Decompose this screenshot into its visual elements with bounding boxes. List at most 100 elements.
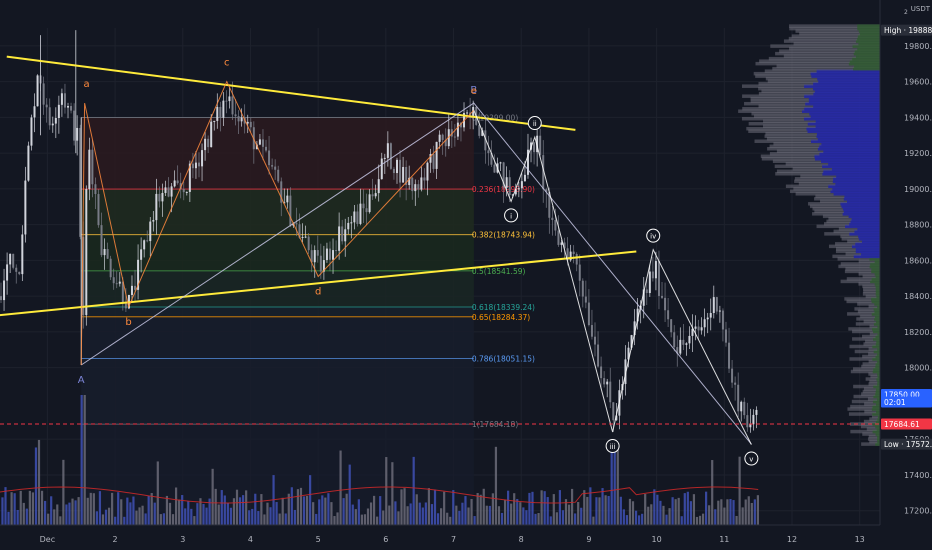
price-axis-tick: 19600.00: [904, 78, 932, 87]
candle-body: [341, 226, 344, 242]
volume-bar: [409, 503, 412, 525]
candle-body: [213, 120, 216, 122]
candle-body: [225, 100, 228, 102]
volume-bar: [717, 500, 720, 525]
volume-bar: [138, 507, 141, 525]
volume-bar: [369, 502, 373, 525]
volume-bar: [510, 503, 513, 525]
candle-body: [219, 106, 222, 118]
volume-bar: [732, 500, 735, 525]
candle-body: [584, 296, 587, 303]
candle-body: [752, 414, 755, 425]
volume-bar: [333, 516, 336, 525]
volume-bar: [327, 493, 330, 525]
volume-bar: [53, 509, 56, 525]
volume-bar: [601, 488, 604, 525]
candle-body: [423, 177, 426, 181]
volume-bar: [549, 516, 552, 525]
candle-body: [353, 211, 356, 223]
volume-bar: [382, 510, 385, 525]
candle-body: [612, 402, 615, 421]
volume-bar: [120, 499, 123, 525]
volume-bar: [507, 490, 510, 525]
price-tag-label: Low · 17572.33: [884, 440, 932, 449]
price-tag-label: 17684.61: [884, 420, 920, 429]
volume-bar: [695, 516, 699, 525]
volume-bar: [561, 510, 565, 525]
volume-bar: [397, 511, 400, 525]
volume-bar: [443, 491, 446, 525]
candle-body: [6, 264, 9, 281]
volume-bar: [610, 446, 613, 525]
volume-bar: [683, 493, 686, 525]
candle-body: [365, 208, 368, 213]
candle-body: [417, 184, 420, 190]
candle-body: [487, 150, 490, 154]
candle-body: [33, 106, 36, 118]
candle-body: [664, 297, 667, 311]
volume-bar: [83, 395, 86, 525]
candle-body: [149, 221, 152, 242]
volume-bar: [111, 492, 114, 525]
candle-body: [76, 127, 79, 141]
volume-bar: [592, 516, 595, 525]
candle-body: [453, 136, 456, 138]
volume-bar: [625, 515, 629, 525]
candle-body: [743, 401, 746, 416]
wave-label-impulse: iv: [650, 233, 656, 241]
volume-bar: [159, 514, 162, 525]
candle-body: [222, 100, 225, 118]
volume-bar: [452, 490, 455, 525]
chart-svg[interactable]: 0(19399.00)0.236(18998.90)0.382(18743.94…: [0, 0, 932, 550]
price-axis: 19800.00 19600.00 19400.00 19200.00 19000.00…: [879, 0, 932, 550]
volume-bar: [692, 494, 696, 525]
volume-bar: [686, 491, 689, 525]
volume-bar: [714, 509, 717, 525]
candle-body: [590, 325, 593, 337]
volume-bar: [74, 500, 77, 525]
candle-body: [271, 165, 274, 167]
volume-bar: [616, 445, 619, 525]
price-axis-tick: 18600.00: [904, 256, 932, 265]
candle-body: [176, 180, 179, 184]
volume-bar: [747, 496, 750, 525]
volume-bar: [488, 505, 491, 525]
volume-bar: [28, 490, 31, 525]
volume-bar: [141, 505, 144, 525]
time-axis-background: [0, 525, 880, 550]
volume-bar: [622, 509, 625, 525]
candle-body: [42, 83, 45, 105]
volume-bar: [31, 492, 35, 525]
candle-body: [210, 121, 213, 148]
candle-body: [268, 150, 271, 166]
volume-bar: [77, 497, 80, 525]
wave-label-impulse: ii: [533, 120, 537, 128]
currency-label: USDT 2: [900, 5, 932, 17]
fib-level-label: 0.786(18051.15): [472, 355, 535, 364]
volume-bar: [165, 495, 169, 525]
volume-bar: [372, 495, 376, 525]
volume-bar: [534, 513, 537, 525]
volume-bar: [284, 513, 287, 525]
candle-body: [740, 401, 743, 412]
volume-bar: [379, 496, 382, 525]
volume-bar: [607, 495, 610, 525]
volume-bar: [458, 510, 461, 525]
candle-body: [130, 285, 133, 295]
volume-bar: [430, 504, 434, 525]
volume-bar: [604, 495, 607, 525]
candle-body: [654, 261, 657, 279]
candle-body: [438, 134, 441, 142]
candle-body: [657, 261, 660, 296]
candle-body: [441, 134, 444, 140]
volume-bar: [260, 494, 263, 525]
price-axis-tick: 18200.00: [904, 328, 932, 337]
candle-body: [587, 302, 590, 326]
candle-body: [30, 117, 33, 146]
volume-bar: [479, 494, 482, 525]
volume-bar: [269, 507, 272, 525]
volume-bar: [10, 492, 13, 525]
candle-body: [603, 378, 606, 385]
candle-body: [697, 326, 700, 331]
volume-bar: [586, 496, 589, 525]
